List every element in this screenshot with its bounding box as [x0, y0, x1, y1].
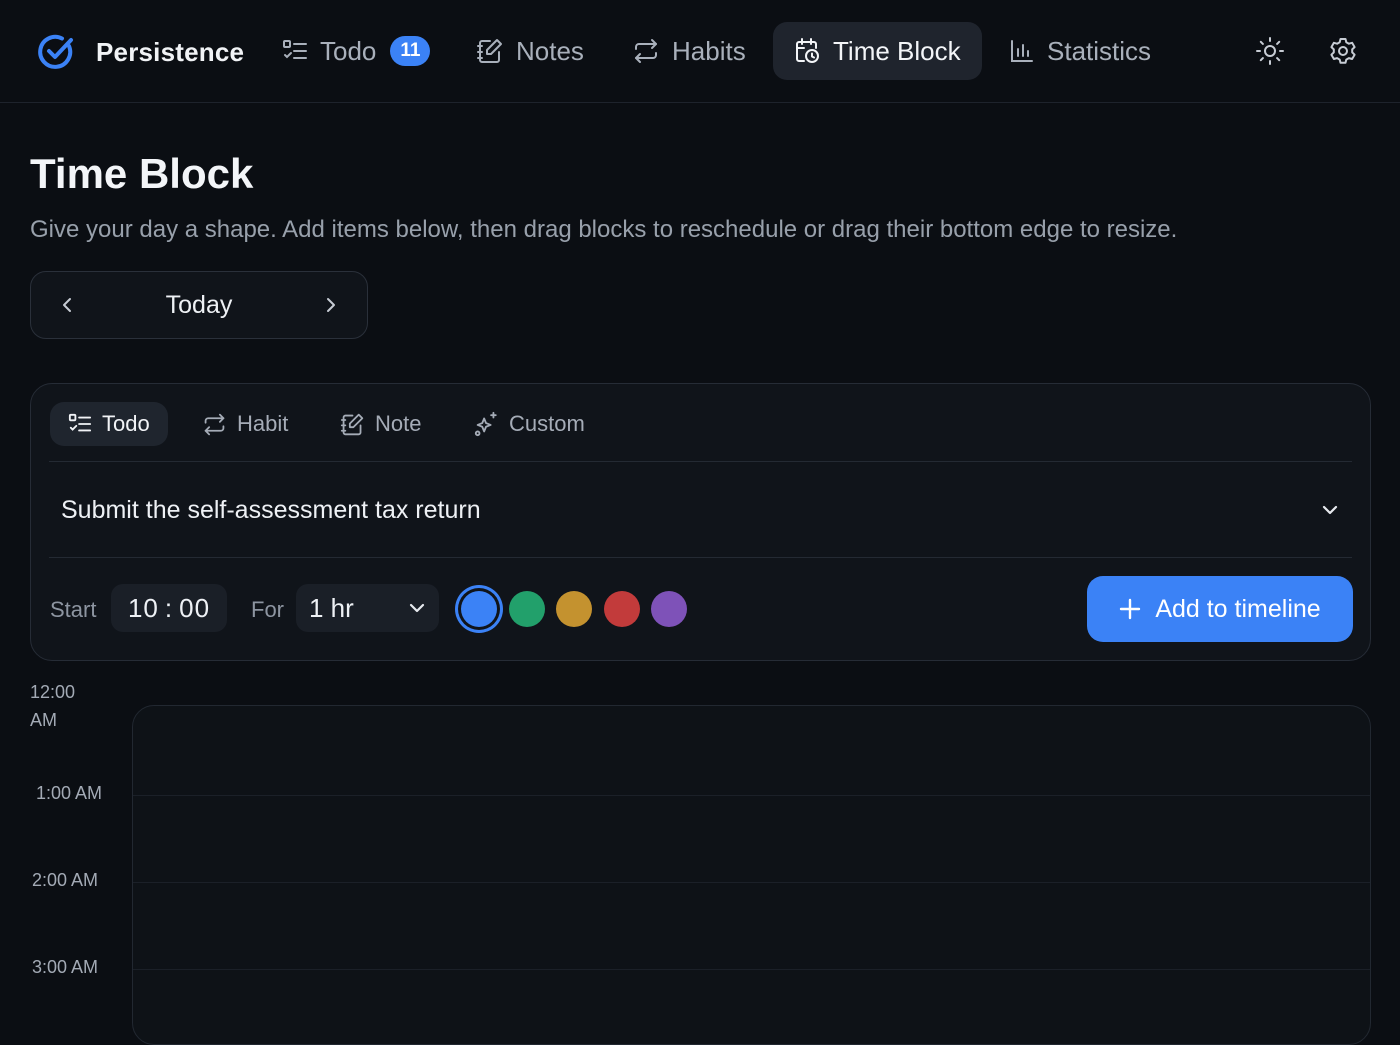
- hour-label: 2:00 AM: [32, 870, 99, 890]
- tab-note[interactable]: Note: [322, 402, 439, 446]
- page-title: Time Block: [30, 150, 254, 197]
- chevron-down-icon: [1320, 500, 1340, 520]
- theme-toggle-button[interactable]: [1251, 32, 1289, 70]
- tab-label: Note: [375, 411, 422, 436]
- for-label: For: [251, 597, 284, 622]
- brand[interactable]: Persistence: [36, 32, 244, 72]
- color-swatch-gold[interactable]: [556, 591, 592, 627]
- previous-day-button[interactable]: [53, 291, 81, 319]
- duration-value: 1 hr: [309, 592, 354, 623]
- tab-custom[interactable]: Custom: [455, 402, 603, 446]
- next-day-button[interactable]: [317, 291, 345, 319]
- nav-label: Habits: [672, 35, 746, 66]
- date-navigator: Today: [30, 271, 368, 339]
- bar-chart-icon: [1009, 38, 1035, 64]
- top-nav: Persistence Todo 11 Notes Habits Time Bl…: [0, 0, 1400, 103]
- calendar-clock-icon: [793, 37, 821, 65]
- nav-label: Notes: [516, 35, 584, 66]
- nav-label: Statistics: [1047, 35, 1152, 66]
- hour-gridline: [133, 882, 1370, 883]
- block-composer: Todo Habit Note Custom Submit the self-a…: [30, 383, 1371, 661]
- start-minute[interactable]: 00: [179, 593, 210, 624]
- hour-gridline: [133, 795, 1370, 796]
- tab-label: Custom: [509, 411, 585, 436]
- sparkles-icon: [473, 411, 499, 437]
- color-swatch-green[interactable]: [509, 591, 545, 627]
- current-date-label[interactable]: Today: [166, 291, 233, 320]
- hour-label: 12:00 AM: [30, 682, 76, 730]
- page-subtitle: Give your day a shape. Add items below, …: [30, 216, 1178, 243]
- start-label: Start: [50, 597, 97, 622]
- plus-icon: [1119, 598, 1141, 620]
- nav-label: Todo: [320, 35, 377, 66]
- add-to-timeline-button[interactable]: Add to timeline: [1087, 576, 1353, 642]
- tab-label: Todo: [102, 411, 150, 436]
- nav-statistics[interactable]: Statistics: [989, 22, 1171, 80]
- nav-label: Time Block: [833, 35, 961, 66]
- repeat-icon: [202, 412, 227, 437]
- add-button-label: Add to timeline: [1155, 594, 1321, 623]
- list-checks-icon: [282, 38, 308, 64]
- divider: [49, 557, 1352, 558]
- note-edit-icon: [340, 412, 365, 437]
- color-swatch-purple[interactable]: [651, 591, 687, 627]
- item-select-value: Submit the self-assessment tax return: [61, 495, 481, 524]
- color-swatch-blue[interactable]: [461, 591, 497, 627]
- nav-habits[interactable]: Habits: [612, 22, 766, 80]
- color-swatch-red[interactable]: [604, 591, 640, 627]
- repeat-icon: [632, 37, 660, 65]
- tab-todo[interactable]: Todo: [50, 402, 168, 446]
- settings-button[interactable]: [1324, 32, 1362, 70]
- gear-icon: [1328, 36, 1358, 66]
- chevron-down-icon: [407, 598, 427, 618]
- start-time-input[interactable]: 10 : 00: [111, 584, 227, 632]
- nav-todo[interactable]: Todo 11: [262, 22, 450, 80]
- hour-label: 1:00 AM: [36, 783, 103, 803]
- hour-label: 3:00 AM: [32, 957, 99, 977]
- list-checks-icon: [68, 412, 92, 436]
- tab-habit[interactable]: Habit: [184, 402, 306, 446]
- todo-count-badge: 11: [390, 36, 431, 66]
- time-separator: :: [164, 592, 174, 623]
- tab-label: Habit: [237, 411, 289, 436]
- timeline-grid[interactable]: [132, 705, 1371, 1045]
- nav-notes[interactable]: Notes: [456, 22, 604, 80]
- sun-icon: [1255, 36, 1285, 66]
- check-circle-logo-icon: [36, 32, 76, 72]
- start-hour[interactable]: 10: [128, 593, 159, 624]
- app-name: Persistence: [96, 36, 245, 67]
- note-edit-icon: [476, 37, 504, 65]
- chevron-left-icon: [58, 296, 76, 314]
- hour-gridline: [133, 969, 1370, 970]
- chevron-right-icon: [322, 296, 340, 314]
- duration-select[interactable]: 1 hr: [296, 584, 439, 632]
- item-select[interactable]: Submit the self-assessment tax return: [49, 462, 1352, 558]
- nav-time-block[interactable]: Time Block: [773, 22, 982, 80]
